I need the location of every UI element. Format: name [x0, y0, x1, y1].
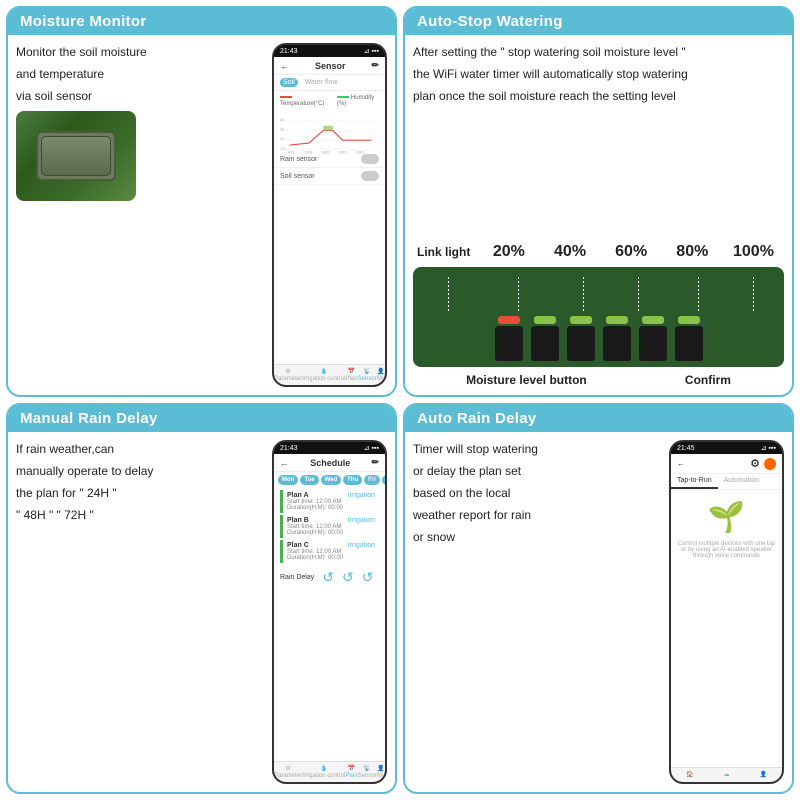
plan-c[interactable]: Plan C Irrigation Start time: 12:00 AM D…: [280, 540, 379, 563]
moisture-labels-row: Link light 20% 40% 60% 80% 100%: [413, 243, 784, 261]
schedule-screen: ← Schedule ✏ Mon Tue Wed Thu Fri Sat Sun: [274, 454, 385, 761]
svg-text:-20: -20: [280, 147, 286, 151]
delay-48h-icon[interactable]: ↺: [342, 569, 354, 586]
tab-automation[interactable]: Automation: [718, 474, 765, 489]
auto-rain-header: Auto Rain Delay: [405, 405, 792, 432]
nav-plan2[interactable]: 📅Plan: [345, 765, 357, 779]
auto-screen-header: ← ⚙: [671, 454, 782, 474]
moisture-phone: 21:43 ⊿ ▪▪▪ ← Sensor ✏ Soil Water flow: [272, 43, 387, 387]
day-tue[interactable]: Tue: [300, 475, 318, 485]
nav-home[interactable]: 🏠: [686, 771, 693, 779]
day-mon[interactable]: Mon: [278, 475, 298, 485]
delay-24h-icon[interactable]: ↺: [322, 569, 334, 586]
day-wed[interactable]: Wed: [321, 475, 342, 485]
sensor-tabs[interactable]: Soil Water flow: [274, 75, 385, 91]
nav-profile[interactable]: 👤: [759, 771, 766, 779]
tab-tap-to-run[interactable]: Tap-to-Run: [671, 474, 718, 489]
sensor-nav-bar: ⚙Parameter 💧Irrigation control 📅Plan 📡Se…: [274, 364, 385, 385]
sensor-device: [36, 131, 116, 181]
day-sat[interactable]: Sat: [382, 475, 385, 485]
bottom-labels: Moisture level button Confirm: [413, 373, 784, 387]
moisture-sensor-image: [413, 267, 784, 367]
plan-b[interactable]: Plan B Irrigation Start time: 12:00 AM D…: [280, 515, 379, 538]
automation-phone: 21:45 ⊿ ▪▪▪ ← ⚙ Tap-to-Run: [669, 440, 784, 784]
auto-stop-body: After setting the " stop watering soil m…: [405, 35, 792, 395]
manual-rain-text: If rain weather,can manually operate to …: [16, 440, 266, 784]
schedule-status-bar: 21:43 ⊿ ▪▪▪: [274, 442, 385, 454]
schedule-nav-bar: ⚙Parameter 💧Irrigation control 📅Plan 📡Se…: [274, 761, 385, 782]
soil-sensor-image: [16, 111, 136, 201]
main-grid: Moisture Monitor Monitor the soil moistu…: [0, 0, 800, 800]
moisture-monitor-card: Moisture Monitor Monitor the soil moistu…: [6, 6, 397, 397]
moisture-monitor-header: Moisture Monitor: [8, 8, 395, 35]
delay-72h-icon[interactable]: ↺: [362, 569, 374, 586]
sensor-screen-header: ← Sensor ✏: [274, 57, 385, 75]
empty-plant-icon: 🌱: [708, 500, 745, 535]
schedule-phone: 21:43 ⊿ ▪▪▪ ← Schedule ✏ Mon Tue Wed Thu…: [272, 440, 387, 784]
nav-my[interactable]: 👤My: [377, 368, 385, 382]
svg-text:40: 40: [280, 118, 284, 122]
sensor-screen: ← Sensor ✏ Soil Water flow Temperature(°…: [274, 57, 385, 364]
nav-sensor[interactable]: 📡Sensor: [358, 368, 377, 382]
auto-stop-header: Auto-Stop Watering: [405, 8, 792, 35]
auto-rain-delay-card: Auto Rain Delay Timer will stop watering…: [403, 403, 794, 794]
manual-rain-header: Manual Rain Delay: [8, 405, 395, 432]
auto-empty-state: 🌱 Control multiple devices with one tap …: [671, 490, 782, 569]
nav-cloud[interactable]: ☁: [723, 771, 729, 779]
auto-status-bar: 21:45 ⊿ ▪▪▪: [671, 442, 782, 454]
svg-text:20: 20: [280, 137, 284, 141]
nav-my2[interactable]: 👤My: [377, 765, 385, 779]
svg-text:4/03: 4/03: [288, 151, 295, 155]
soil-sensor-section: Soil sensor: [274, 168, 385, 185]
sensor-body: [41, 136, 111, 176]
chart-area: Temperature(°C) Humidity (%) 40 30: [274, 91, 385, 151]
plan-a[interactable]: Plan A Irrigation Start time: 12:00 AM D…: [280, 490, 379, 513]
nav-irr2[interactable]: 💧Irrigation control: [302, 765, 345, 779]
auto-rain-text: Timer will stop watering or delay the pl…: [413, 440, 663, 784]
schedule-screen-header: ← Schedule ✏: [274, 454, 385, 472]
tab-soil[interactable]: Soil: [280, 78, 298, 87]
orange-add-button[interactable]: [764, 458, 776, 470]
nav-irrigation[interactable]: 💧Irrigation control: [302, 368, 345, 382]
auto-nav-bar: 🏠 ☁ 👤: [671, 767, 782, 782]
nav-plan[interactable]: 📅Plan: [345, 368, 357, 382]
day-fri[interactable]: Fri: [364, 475, 380, 485]
svg-text:30: 30: [280, 128, 284, 132]
manual-rain-delay-card: Manual Rain Delay If rain weather,can ma…: [6, 403, 397, 794]
rain-delay-row: Rain Delay ↺ ↺ ↺: [274, 565, 385, 590]
automation-tabs[interactable]: Tap-to-Run Automation: [671, 474, 782, 490]
tab-water-flow[interactable]: Water flow: [302, 78, 341, 87]
nav-param2[interactable]: ⚙Parameter: [274, 765, 302, 779]
svg-text:20/03: 20/03: [356, 151, 365, 155]
day-thu[interactable]: Thu: [343, 475, 362, 485]
moisture-monitor-text: Monitor the soil moisture and temperatur…: [16, 43, 266, 387]
sensor-chart: 40 30 20 -20 4/03 11/03 18/03: [280, 109, 379, 157]
day-row[interactable]: Mon Tue Wed Thu Fri Sat Sun: [274, 472, 385, 488]
nav-sensor2[interactable]: 📡Sensor: [358, 765, 377, 779]
connector-lines: [413, 267, 784, 367]
status-bar: 21:43 ⊿ ▪▪▪: [274, 45, 385, 57]
nav-parameter[interactable]: ⚙Parameter: [274, 368, 302, 382]
svg-text:11/03: 11/03: [304, 151, 312, 155]
svg-text:18/03: 18/03: [321, 151, 330, 155]
auto-stop-card: Auto-Stop Watering After setting the " s…: [403, 6, 794, 397]
automation-screen: ← ⚙ Tap-to-Run Automation 🌱 Control mul: [671, 454, 782, 767]
auto-stop-text: After setting the " stop watering soil m…: [413, 43, 784, 237]
chart-legend: Temperature(°C) Humidity (%): [280, 95, 379, 107]
svg-text:16/03: 16/03: [339, 151, 348, 155]
